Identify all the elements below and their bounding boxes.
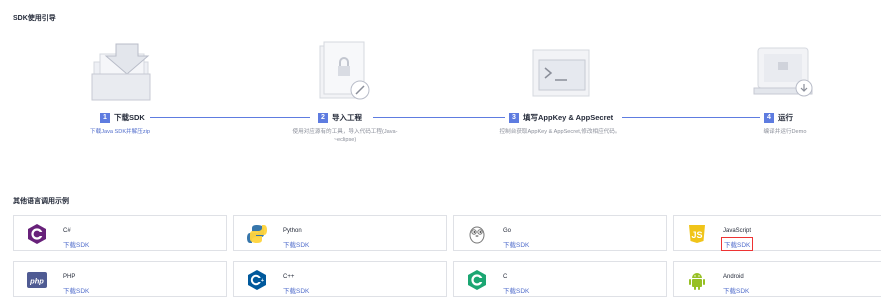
language-name: PHP [63,274,76,280]
download-sdk-link[interactable]: 下载SDK [283,285,309,295]
language-card-c: C 下载SDK [453,261,667,297]
cplusplus-icon: + [248,270,266,290]
step-number: 4 [764,112,774,123]
step-2: 2 导入工程 [314,112,366,123]
step-connector [622,117,762,118]
step-number: 3 [509,112,519,123]
step-label: 下载SDK [114,113,145,122]
step-1: 1 下载SDK [96,112,149,123]
language-card-csharp: C# 下载SDK [13,215,227,251]
step-label: 导入工程 [332,113,362,122]
step-1-desc-link[interactable]: 下载Java SDK并解压zip [80,128,160,136]
terminal-illustration [532,49,590,97]
download-folder-illustration [91,43,151,101]
language-name: JavaScript [723,228,752,234]
step-connector [150,117,310,118]
language-name: Android [723,274,744,280]
android-icon [689,273,705,290]
language-name: Python [283,228,302,234]
download-sdk-link[interactable]: 下载SDK [723,285,749,295]
c-icon [468,270,486,290]
javascript-icon: JS [689,225,705,243]
go-gopher-icon [469,226,485,244]
python-icon [247,225,267,243]
step-number: 1 [100,112,110,123]
language-name: C [503,274,508,280]
language-card-javascript: JS JavaScript 下载SDK [673,215,881,251]
php-icon: php [27,272,47,288]
step-2-desc: 使用对应源有的工具，导入代码工程(Java-~eclipse) [292,129,398,143]
step-connector [373,117,508,118]
csharp-icon [28,224,46,244]
language-card-go: Go 下载SDK [453,215,667,251]
step-4: 4 运行 [760,112,797,123]
other-languages-title: 其他语言调用示例 [13,198,69,205]
download-sdk-link[interactable]: 下载SDK [63,285,89,295]
download-sdk-link[interactable]: 下载SDK [503,239,529,249]
run-demo-illustration [753,47,813,97]
download-sdk-link[interactable]: 下载SDK [720,237,754,251]
step-label: 运行 [778,113,793,122]
svg-text:+: + [261,278,264,284]
step-number: 2 [318,112,328,123]
language-name: C# [63,228,71,234]
section-title: SDK使用引导 [13,15,56,22]
svg-text:JS: JS [691,230,702,240]
download-sdk-link[interactable]: 下载SDK [503,285,529,295]
download-sdk-link[interactable]: 下载SDK [283,239,309,249]
download-sdk-link[interactable]: 下载SDK [63,239,89,249]
step-3-desc: 控制台获取AppKey & AppSecret,修改相应代码。 [499,129,621,135]
language-name: Go [503,228,512,234]
step-3: 3 填写AppKey & AppSecret [505,112,618,123]
import-project-illustration [319,41,370,100]
step-4-desc: 编译并运行Demo [763,129,807,135]
language-card-php: php PHP 下载SDK [13,261,227,297]
language-card-cplusplus: + C++ 下载SDK [233,261,447,297]
svg-text:php: php [29,277,44,286]
language-name: C++ [283,274,295,280]
language-card-android: Android 下载SDK [673,261,881,297]
language-card-python: Python 下载SDK [233,215,447,251]
step-label: 填写AppKey & AppSecret [523,113,614,122]
